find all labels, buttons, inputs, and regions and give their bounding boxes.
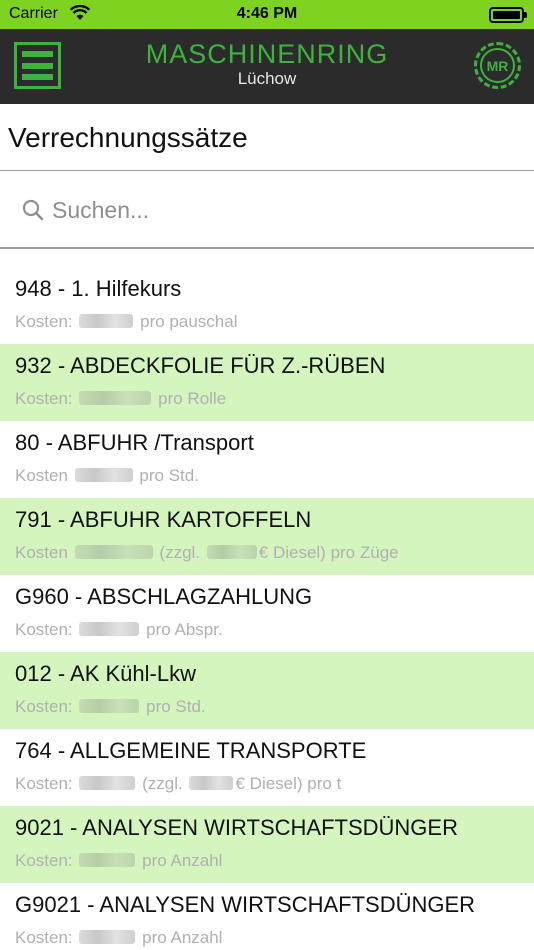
- item-detail: Kosten: pro Std.: [15, 696, 534, 718]
- item-title: 9021 - ANALYSEN WIRTSCHAFTSDÜNGER: [15, 815, 458, 840]
- page-title: Verrechnungssätze: [0, 104, 534, 171]
- search-input[interactable]: [52, 189, 512, 231]
- list-item[interactable]: 932 - ABDECKFOLIE FÜR Z.-RÜBEN Kosten: p…: [0, 344, 534, 421]
- item-detail: Kosten: (zzgl. € Diesel) pro t: [15, 773, 534, 795]
- item-detail: Kosten: pro Anzahl: [15, 850, 534, 872]
- item-title: 012 - AK Kühl-Lkw: [15, 661, 196, 686]
- cost-unit: pro pauschal: [140, 312, 238, 331]
- item-title: G960 - ABSCHLAGZAHLUNG: [15, 584, 313, 609]
- redacted-value: [74, 545, 153, 559]
- brand: MASCHINENRING Lüchow: [0, 40, 534, 88]
- item-title: 932 - ABDECKFOLIE FÜR Z.-RÜBEN: [15, 353, 386, 378]
- search-icon: [22, 199, 44, 221]
- redacted-value: [189, 776, 234, 790]
- redacted-value: [79, 314, 134, 328]
- list-item[interactable]: 80 - ABFUHR /Transport Kosten pro Std.: [0, 421, 534, 498]
- list-item[interactable]: 012 - AK Kühl-Lkw Kosten: pro Std.: [0, 652, 534, 729]
- redacted-value: [79, 853, 136, 867]
- brand-name: MASCHINENRING: [145, 39, 389, 69]
- list-item[interactable]: 764 - ALLGEMEINE TRANSPORTE Kosten: (zzg…: [0, 729, 534, 806]
- item-detail: Kosten: pro Anzahl: [15, 927, 534, 949]
- item-detail: Kosten: pro Rolle: [15, 388, 534, 410]
- redacted-value: [79, 622, 140, 636]
- nav-bar: MASCHINENRING Lüchow MR: [0, 29, 534, 104]
- item-detail: Kosten: pro pauschal: [15, 311, 534, 333]
- cost-label: Kosten: [15, 466, 68, 485]
- clock: 4:46 PM: [236, 5, 298, 22]
- cost-label: Kosten:: [15, 697, 73, 716]
- cost-unit: € Diesel) pro Züge: [258, 543, 399, 562]
- item-title: G9021 - ANALYSEN WIRTSCHAFTSDÜNGER: [15, 892, 476, 917]
- mr-logo-icon: MR: [474, 42, 521, 89]
- list-item[interactable]: 791 - ABFUHR KARTOFFELN Kosten (zzgl. € …: [0, 498, 534, 575]
- item-title: 948 - 1. Hilfekurs: [15, 276, 182, 301]
- cost-unit: pro Anzahl: [142, 851, 223, 870]
- battery-icon: [489, 7, 527, 23]
- cost-unit: pro Anzahl: [142, 928, 223, 947]
- redacted-value: [79, 930, 136, 944]
- redacted-value: [74, 468, 133, 482]
- cost-label: Kosten:: [15, 620, 73, 639]
- cost-label: Kosten:: [15, 389, 73, 408]
- redacted-value: [79, 776, 136, 790]
- cost-unit: pro Abspr.: [146, 620, 223, 639]
- list-item[interactable]: G9021 - ANALYSEN WIRTSCHAFTSDÜNGER Koste…: [0, 883, 534, 950]
- list-item[interactable]: 948 - 1. Hilfekurs Kosten: pro pauschal: [0, 267, 534, 344]
- list-item[interactable]: G960 - ABSCHLAGZAHLUNG Kosten: pro Abspr…: [0, 575, 534, 652]
- cost-unit: pro Std.: [139, 466, 199, 485]
- redacted-value: [79, 699, 140, 713]
- item-title: 80 - ABFUHR /Transport: [15, 430, 254, 455]
- search-bar: [0, 171, 534, 249]
- item-detail: Kosten: pro Abspr.: [15, 619, 534, 641]
- brand-location: Lüchow: [237, 69, 297, 88]
- cost-unit: € Diesel) pro t: [235, 774, 342, 793]
- redacted-value: [206, 545, 257, 559]
- redacted-value: [79, 391, 152, 405]
- cost-label: Kosten: [15, 543, 68, 562]
- cost-label: Kosten:: [15, 774, 73, 793]
- status-bar: Carrier 4:46 PM: [0, 0, 534, 29]
- cost-unit: pro Std.: [146, 697, 206, 716]
- diesel-note: (zzgl.: [159, 543, 201, 562]
- item-title: 764 - ALLGEMEINE TRANSPORTE: [15, 738, 367, 763]
- logo-text: MR: [480, 48, 515, 83]
- cost-label: Kosten:: [15, 312, 73, 331]
- cost-label: Kosten:: [15, 928, 73, 947]
- item-detail: Kosten pro Std.: [15, 465, 534, 487]
- cost-unit: pro Rolle: [158, 389, 227, 408]
- item-detail: Kosten (zzgl. € Diesel) pro Züge: [15, 542, 534, 564]
- item-title: 791 - ABFUHR KARTOFFELN: [15, 507, 312, 532]
- rates-list: 948 - 1. Hilfekurs Kosten: pro pauschal …: [0, 267, 534, 950]
- diesel-note: (zzgl.: [142, 774, 183, 793]
- cost-label: Kosten:: [15, 851, 73, 870]
- list-item[interactable]: 9021 - ANALYSEN WIRTSCHAFTSDÜNGER Kosten…: [0, 806, 534, 883]
